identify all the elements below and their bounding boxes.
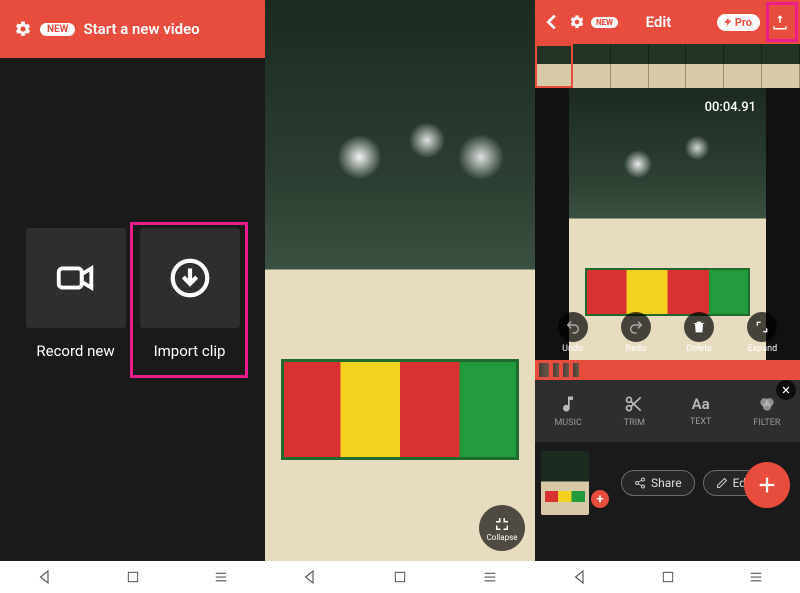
download-circle-icon: [167, 255, 213, 301]
nav-back[interactable]: [571, 568, 589, 586]
fab-add-button[interactable]: [744, 462, 790, 508]
redo-icon: [628, 319, 644, 335]
undo-icon: [565, 319, 581, 335]
timestamp: 00:04.91: [705, 100, 756, 115]
export-icon: [771, 13, 789, 31]
new-badge: NEW: [40, 23, 75, 36]
close-button[interactable]: [776, 380, 796, 400]
thumbnail[interactable]: [573, 44, 611, 88]
close-icon: [781, 385, 791, 395]
trim-tool[interactable]: TRIM: [601, 380, 667, 442]
bolt-icon: [723, 17, 733, 27]
nav-back[interactable]: [36, 568, 54, 586]
music-tool[interactable]: MUSIC: [535, 380, 601, 442]
gear-icon[interactable]: [14, 20, 32, 38]
chevron-left-icon: [541, 11, 563, 33]
nav-home[interactable]: [125, 569, 141, 585]
edit-screen: NEW Edit Pro 00:04.91: [535, 0, 800, 561]
video-preview[interactable]: 00:04.91 Undo Redo Delete Expand: [535, 88, 800, 360]
thumbnail[interactable]: [686, 44, 724, 88]
hamburger-icon: [481, 568, 499, 586]
thumbnail[interactable]: [762, 44, 800, 88]
music-icon: [558, 394, 578, 414]
hamburger-icon: [747, 568, 765, 586]
expand-button[interactable]: Expand: [747, 312, 777, 354]
trash-icon: [691, 319, 707, 335]
square-home-icon: [392, 569, 408, 585]
nav-recent[interactable]: [212, 568, 230, 586]
record-new-button[interactable]: [26, 228, 126, 328]
record-new-label: Record new: [36, 342, 114, 360]
nav-home[interactable]: [392, 569, 408, 585]
video-preview-full[interactable]: [265, 0, 535, 561]
expand-icon: [754, 319, 770, 335]
collapse-icon: [493, 515, 511, 533]
hamburger-icon: [212, 568, 230, 586]
clip-thumbnail[interactable]: [541, 451, 589, 515]
export-button[interactable]: [766, 8, 794, 36]
nav-recent[interactable]: [747, 568, 765, 586]
scissors-icon: [624, 394, 644, 414]
nav-home[interactable]: [660, 569, 676, 585]
android-nav-bars: [0, 561, 800, 593]
nav-recent[interactable]: [481, 568, 499, 586]
redo-button[interactable]: Redo: [621, 312, 651, 354]
text-tool[interactable]: Aa TEXT: [668, 380, 734, 442]
thumbnail[interactable]: [535, 44, 573, 88]
add-clip-button[interactable]: +: [591, 490, 609, 508]
back-button[interactable]: [541, 11, 563, 33]
square-home-icon: [660, 569, 676, 585]
home-screen: NEW Start a new video Record new Import …: [0, 0, 265, 561]
preview-screen: Collapse: [265, 0, 535, 561]
edit-header: NEW Edit Pro: [535, 0, 800, 44]
triangle-back-icon: [301, 568, 319, 586]
pencil-icon: [716, 477, 728, 489]
import-clip-label: Import clip: [154, 342, 226, 360]
nav-back[interactable]: [301, 568, 319, 586]
triangle-back-icon: [571, 568, 589, 586]
thumbnail-strip[interactable]: [535, 44, 800, 88]
home-header: NEW Start a new video: [0, 0, 265, 58]
mini-timeline[interactable]: [535, 360, 800, 380]
thumbnail[interactable]: [649, 44, 687, 88]
undo-button[interactable]: Undo: [558, 312, 588, 354]
collapse-label: Collapse: [487, 533, 518, 542]
thumbnail[interactable]: [724, 44, 762, 88]
square-home-icon: [125, 569, 141, 585]
collapse-button[interactable]: Collapse: [479, 505, 525, 551]
gear-icon: [569, 14, 585, 30]
triangle-back-icon: [36, 568, 54, 586]
delete-button[interactable]: Delete: [684, 312, 714, 354]
import-clip-button[interactable]: [140, 228, 240, 328]
share-chip[interactable]: Share: [621, 470, 695, 496]
text-icon: Aa: [692, 395, 710, 413]
filter-icon: [757, 394, 777, 414]
edit-title: Edit: [606, 13, 711, 31]
pro-badge[interactable]: Pro: [717, 14, 760, 31]
share-icon: [634, 477, 646, 489]
thumbnail[interactable]: [611, 44, 649, 88]
plus-icon: [756, 474, 778, 496]
edit-toolbar: MUSIC TRIM Aa TEXT FILTER: [535, 380, 800, 442]
camera-icon: [53, 255, 99, 301]
settings-button[interactable]: [569, 14, 585, 30]
start-new-video-label: Start a new video: [83, 20, 199, 38]
bottom-strip: + Share Edit: [535, 442, 800, 524]
